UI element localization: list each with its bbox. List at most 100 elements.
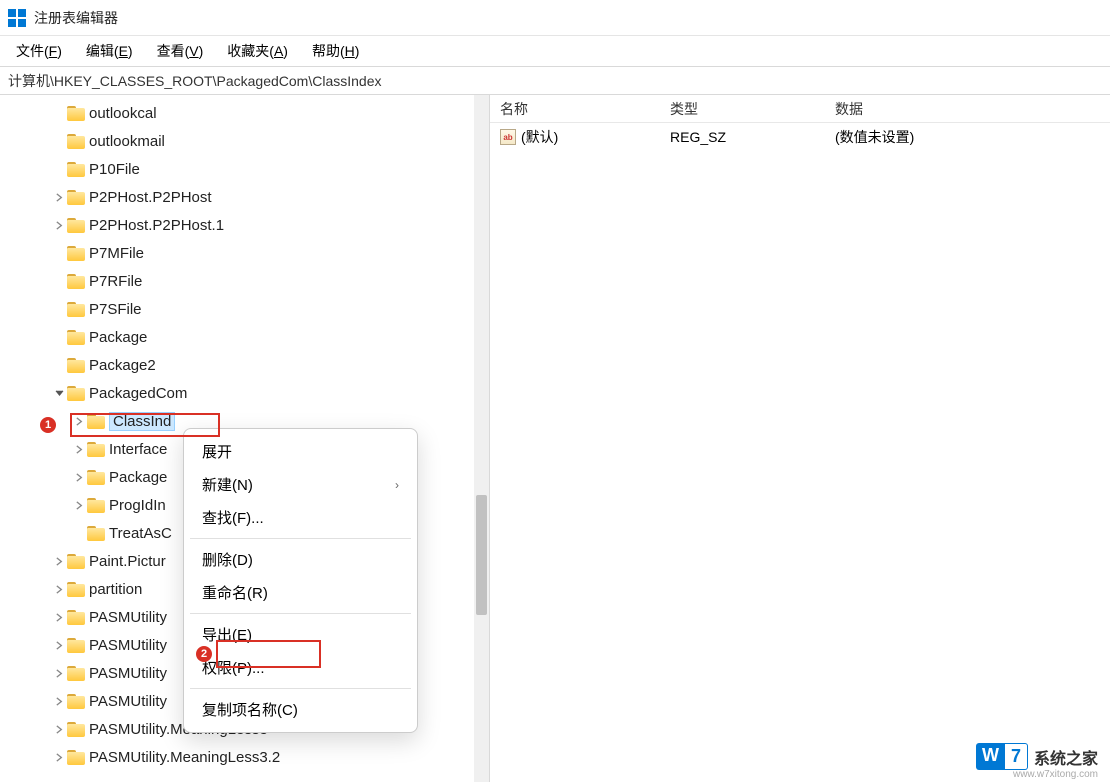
- tree-item-label: P7SFile: [89, 301, 142, 318]
- menubar: 文件(F) 编辑(E) 查看(V) 收藏夹(A) 帮助(H): [0, 36, 1110, 66]
- chevron-right-icon[interactable]: [72, 414, 86, 428]
- tree-item-label: PASMUtility: [89, 609, 167, 626]
- tree-item-label: Paint.Pictur: [89, 553, 166, 570]
- cm-separator: [190, 613, 411, 614]
- address-bar[interactable]: 计算机\HKEY_CLASSES_ROOT\PackagedCom\ClassI…: [0, 66, 1110, 95]
- tree-item[interactable]: PASMUtility.MeaningLess3.2: [0, 743, 489, 771]
- tree-item-label: P7RFile: [89, 273, 142, 290]
- tree-item[interactable]: P7SFile: [0, 295, 489, 323]
- chevron-right-icon[interactable]: [52, 750, 66, 764]
- tree-item[interactable]: outlookmail: [0, 127, 489, 155]
- folder-icon: [67, 134, 85, 149]
- cm-find[interactable]: 查找(F)...: [190, 501, 411, 534]
- folder-icon: [87, 442, 105, 457]
- cm-expand[interactable]: 展开: [190, 435, 411, 468]
- cm-delete[interactable]: 删除(D): [190, 543, 411, 576]
- cm-rename[interactable]: 重命名(R): [190, 576, 411, 609]
- folder-icon: [67, 358, 85, 373]
- menu-edit[interactable]: 编辑(E): [76, 37, 143, 65]
- tree-scrollbar[interactable]: [474, 95, 489, 782]
- chevron-right-icon[interactable]: [52, 722, 66, 736]
- col-name[interactable]: 名称: [490, 99, 660, 119]
- chevron-right-icon: [72, 526, 86, 540]
- values-panel: 名称 类型 数据 ab (默认) REG_SZ (数值未设置): [490, 95, 1110, 782]
- watermark-text: 系统之家: [1034, 745, 1098, 769]
- cm-permissions[interactable]: 权限(P)...: [190, 651, 411, 684]
- menu-view[interactable]: 查看(V): [147, 37, 214, 65]
- list-row[interactable]: ab (默认) REG_SZ (数值未设置): [490, 123, 1110, 151]
- chevron-right-icon: [52, 162, 66, 176]
- chevron-right-icon[interactable]: [72, 442, 86, 456]
- value-data: (数值未设置): [825, 127, 924, 147]
- tree-item[interactable]: PackagedCom: [0, 379, 489, 407]
- cm-separator: [190, 688, 411, 689]
- chevron-right-icon[interactable]: [52, 610, 66, 624]
- folder-icon: [67, 554, 85, 569]
- chevron-right-icon[interactable]: [52, 582, 66, 596]
- chevron-right-icon[interactable]: [52, 638, 66, 652]
- tree-item-label: P2PHost.P2PHost.1: [89, 217, 224, 234]
- watermark: W7 系统之家: [976, 743, 1098, 770]
- tree-item[interactable]: Package: [0, 323, 489, 351]
- chevron-right-icon[interactable]: [72, 498, 86, 512]
- chevron-right-icon[interactable]: [52, 554, 66, 568]
- tree-item-label: partition: [89, 581, 142, 598]
- menu-favorites[interactable]: 收藏夹(A): [217, 37, 298, 65]
- folder-icon: [67, 638, 85, 653]
- cm-export[interactable]: 导出(E): [190, 618, 411, 651]
- col-data[interactable]: 数据: [825, 99, 873, 119]
- tree-item-label: PASMUtility: [89, 693, 167, 710]
- tree-item-label: Package: [89, 329, 147, 346]
- folder-icon: [67, 190, 85, 205]
- folder-icon: [67, 162, 85, 177]
- tree-item[interactable]: P2PHost.P2PHost: [0, 183, 489, 211]
- chevron-right-icon[interactable]: [52, 694, 66, 708]
- watermark-url: www.w7xitong.com: [1013, 769, 1098, 780]
- tree-item[interactable]: P7RFile: [0, 267, 489, 295]
- tree-item[interactable]: Package2: [0, 351, 489, 379]
- main-area: outlookcaloutlookmail P10File P2PHost.P2PH…: [0, 95, 1110, 782]
- col-type[interactable]: 类型: [660, 99, 825, 119]
- tree-item-label: ProgIdIn: [109, 497, 166, 514]
- chevron-down-icon[interactable]: [52, 386, 66, 400]
- cm-new[interactable]: 新建(N)›: [190, 468, 411, 501]
- tree-item-label: PackagedCom: [89, 385, 187, 402]
- chevron-right-icon[interactable]: [52, 218, 66, 232]
- value-name: (默认): [521, 127, 558, 147]
- scroll-thumb[interactable]: [476, 495, 487, 615]
- folder-icon: [67, 246, 85, 261]
- string-value-icon: ab: [500, 129, 516, 145]
- tree-item[interactable]: P10File: [0, 155, 489, 183]
- tree-item-label: P7MFile: [89, 245, 144, 262]
- tree-item-label: PASMUtility: [89, 665, 167, 682]
- menu-help[interactable]: 帮助(H): [302, 37, 369, 65]
- tree-item[interactable]: P2PHost.P2PHost.1: [0, 211, 489, 239]
- chevron-right-icon: [52, 358, 66, 372]
- folder-icon: [67, 750, 85, 765]
- folder-icon: [67, 610, 85, 625]
- folder-icon: [67, 330, 85, 345]
- tree-item-label: PASMUtility: [89, 637, 167, 654]
- folder-icon: [67, 386, 85, 401]
- tree-item-label: P10File: [89, 161, 140, 178]
- folder-icon: [67, 722, 85, 737]
- value-type: REG_SZ: [660, 129, 825, 145]
- folder-icon: [67, 274, 85, 289]
- cm-copy-key-name[interactable]: 复制项名称(C): [190, 693, 411, 726]
- chevron-right-icon[interactable]: [52, 190, 66, 204]
- tree-item-label: Package: [109, 469, 167, 486]
- chevron-right-icon[interactable]: [72, 470, 86, 484]
- menu-file[interactable]: 文件(F): [6, 37, 72, 65]
- folder-icon: [67, 582, 85, 597]
- folder-icon: [67, 666, 85, 681]
- tree-item-label: PASMUtility.MeaningLess3.2: [89, 749, 280, 766]
- window-title: 注册表编辑器: [34, 8, 118, 28]
- tree-item[interactable]: P7MFile: [0, 239, 489, 267]
- cm-separator: [190, 538, 411, 539]
- tree-item-label: ClassInd: [109, 412, 175, 431]
- chevron-right-icon[interactable]: [52, 666, 66, 680]
- annotation-badge-1: 1: [40, 417, 56, 433]
- tree-item[interactable]: outlookcal: [0, 99, 489, 127]
- folder-icon: [67, 302, 85, 317]
- tree-item-label: Interface: [109, 441, 167, 458]
